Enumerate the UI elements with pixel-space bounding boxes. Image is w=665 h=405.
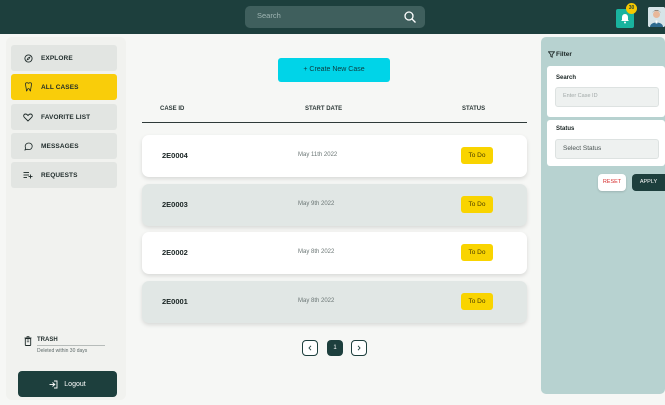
filter-title: Filter: [548, 51, 572, 58]
trash-icon[interactable]: [24, 336, 32, 346]
user-avatar-icon: [648, 7, 665, 27]
bell-icon: [621, 14, 629, 24]
next-page-button[interactable]: [351, 340, 367, 356]
apply-button[interactable]: APPLY: [632, 174, 665, 191]
status-badge: To Do: [461, 147, 493, 164]
status-filter-card: Status Select Status: [547, 120, 665, 166]
trash-subtitle: Deleted within 30 days: [37, 348, 88, 354]
sidebar-item-messages[interactable]: MESSAGES: [11, 133, 117, 159]
case-id-field[interactable]: Enter Case ID: [555, 87, 659, 107]
search-filter-card: Search Enter Case ID: [547, 66, 665, 117]
status-badge: To Do: [461, 244, 493, 261]
notification-badge: 30: [626, 3, 637, 14]
search-input[interactable]: Search: [257, 11, 281, 20]
table-row[interactable]: 2E0002 May 8th 2022 To Do: [142, 232, 527, 274]
sidebar-item-label: REQUESTS: [41, 171, 78, 179]
search-icon[interactable]: [403, 10, 417, 24]
reset-button[interactable]: RESET: [598, 174, 626, 191]
table-row[interactable]: 2E0001 May 8th 2022 To Do: [142, 281, 527, 323]
divider: [142, 122, 527, 123]
status-filter-title: Status: [556, 126, 575, 132]
start-date: May 11th 2022: [298, 152, 338, 158]
status-select-value: Select Status: [563, 145, 602, 152]
status-select[interactable]: Select Status: [555, 139, 659, 159]
avatar[interactable]: [648, 7, 665, 27]
chevron-left-icon: [308, 345, 312, 351]
top-bar: Search 30: [0, 0, 665, 34]
heart-icon: [23, 113, 33, 122]
chevron-right-icon: [357, 345, 361, 351]
case-id: 2E0001: [162, 297, 188, 306]
status-badge: To Do: [461, 293, 493, 310]
sidebar-item-requests[interactable]: REQUESTS: [11, 162, 117, 188]
search-filter-title: Search: [556, 75, 577, 81]
create-new-case-button[interactable]: + Create New Case: [278, 58, 390, 82]
case-id: 2E0002: [162, 248, 188, 257]
case-id: 2E0003: [162, 200, 188, 209]
chat-bubble-icon: [23, 142, 33, 151]
previous-page-button[interactable]: [302, 340, 318, 356]
sidebar-item-label: MESSAGES: [41, 142, 79, 150]
column-header-start-date[interactable]: START DATE: [305, 106, 342, 112]
logout-label: Logout: [64, 380, 86, 388]
tooth-icon: [24, 82, 32, 92]
sidebar-item-explore[interactable]: EXPLORE: [11, 45, 117, 71]
start-date: May 9th 2022: [298, 201, 335, 207]
sidebar-item-all-cases[interactable]: ALL CASES: [11, 74, 117, 100]
sidebar-item-label: FAVORITE LIST: [41, 113, 91, 121]
case-id-placeholder: Enter Case ID: [563, 93, 598, 99]
compass-icon: [23, 53, 33, 63]
list-plus-icon: [23, 172, 33, 179]
logout-button[interactable]: Logout: [18, 371, 117, 397]
start-date: May 8th 2022: [298, 298, 335, 304]
divider: [37, 345, 105, 346]
column-header-status[interactable]: STATUS: [462, 106, 485, 112]
filter-title-label: Filter: [556, 51, 572, 58]
search-bar[interactable]: Search: [245, 6, 425, 28]
sidebar-item-label: EXPLORE: [41, 54, 73, 62]
sidebar-item-favorite-list[interactable]: FAVORITE LIST: [11, 104, 117, 130]
column-header-case-id[interactable]: CASE ID: [160, 106, 184, 112]
filter-icon: [548, 51, 555, 58]
sidebar-item-label: ALL CASES: [41, 83, 79, 91]
case-id: 2E0004: [162, 151, 188, 160]
status-badge: To Do: [461, 196, 493, 213]
start-date: May 8th 2022: [298, 249, 335, 255]
trash-link[interactable]: TRASH: [37, 337, 58, 343]
table-row[interactable]: 2E0003 May 9th 2022 To Do: [142, 184, 527, 226]
page-button-current[interactable]: 1: [327, 340, 343, 356]
table-row[interactable]: 2E0004 May 11th 2022 To Do: [142, 135, 527, 177]
logout-icon: [49, 380, 58, 388]
